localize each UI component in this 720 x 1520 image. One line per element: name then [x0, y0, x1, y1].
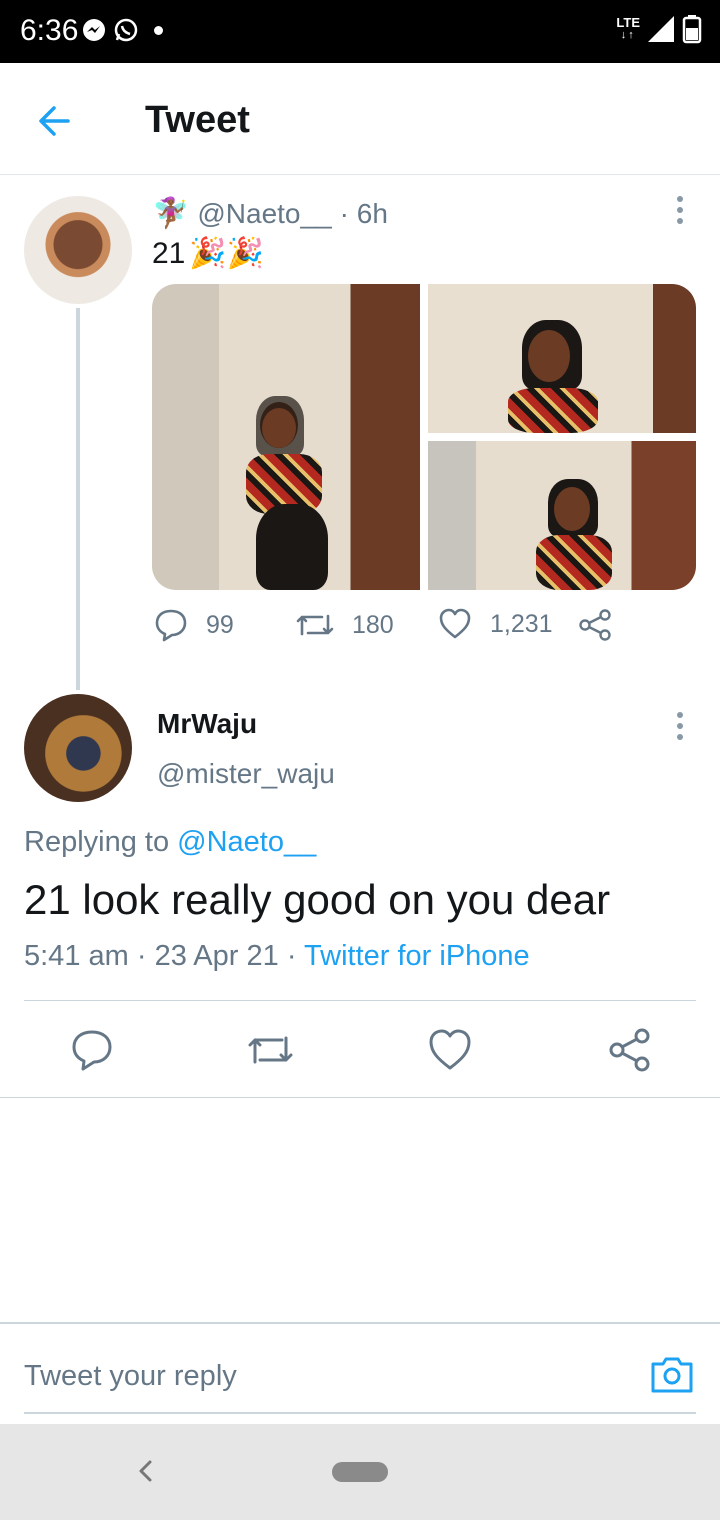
avatar[interactable] — [24, 196, 132, 304]
reply-icon — [155, 609, 187, 642]
notification-dot — [154, 25, 163, 35]
avatar[interactable] — [24, 694, 132, 802]
camera-icon[interactable] — [650, 1354, 694, 1394]
divider — [24, 1412, 696, 1414]
thread-line — [76, 308, 80, 690]
nav-back-icon[interactable] — [130, 1454, 160, 1488]
tweet-time: · 6h — [339, 197, 388, 229]
network-label: LTE ↓↑ — [616, 15, 640, 41]
reply-button[interactable]: 99 — [154, 608, 234, 642]
replying-to-link[interactable]: @Naeto__ — [177, 826, 316, 858]
divider — [24, 1000, 696, 1001]
status-time: 6:36 — [20, 14, 79, 47]
share-icon — [579, 609, 611, 641]
emoji: 🎉🎉 — [189, 237, 265, 270]
tweet-media-grid — [152, 284, 696, 590]
reply-text: 21 look really good on you dear — [24, 876, 611, 923]
tweet-photo[interactable] — [428, 441, 696, 590]
tweet-handle[interactable]: @Naeto__ — [197, 198, 331, 230]
page-title: Tweet — [145, 99, 250, 141]
share-button[interactable] — [578, 608, 612, 642]
messenger-icon — [83, 19, 105, 41]
reply-author-handle[interactable]: @mister_waju — [157, 758, 335, 790]
more-options-icon[interactable] — [670, 190, 690, 230]
reply-author-name[interactable]: MrWaju — [157, 708, 257, 740]
emoji: 🧚🏾‍♀️ — [152, 197, 190, 230]
retweet-count: 180 — [352, 610, 394, 639]
heart-icon[interactable] — [426, 1026, 474, 1074]
top-app-bar: Tweet — [0, 63, 720, 175]
divider — [0, 1322, 720, 1324]
whatsapp-icon — [114, 18, 138, 42]
battery-icon — [682, 15, 702, 44]
tweet-text: 21 🎉🎉 — [152, 236, 265, 271]
reply-timestamp: 5:41 am · 23 Apr 21 · Twitter for iPhone — [24, 940, 530, 972]
reply-action-bar — [0, 1026, 720, 1076]
share-icon[interactable] — [606, 1026, 654, 1074]
tweet-action-bar: 99 180 1,231 — [152, 608, 696, 652]
reply-input[interactable]: Tweet your reply — [24, 1354, 624, 1398]
nav-home-pill[interactable] — [332, 1462, 388, 1482]
like-button[interactable]: 1,231 — [438, 608, 553, 640]
tweet-photo[interactable] — [152, 284, 420, 590]
retweet-icon[interactable] — [246, 1026, 294, 1074]
arrow-left-icon[interactable] — [34, 99, 78, 143]
divider — [0, 1097, 720, 1098]
tweet-source-link[interactable]: Twitter for iPhone — [304, 940, 530, 972]
more-options-icon[interactable] — [670, 706, 690, 746]
tweet-photo[interactable] — [428, 284, 696, 433]
retweet-button[interactable]: 180 — [296, 608, 394, 642]
reply-icon[interactable] — [68, 1026, 116, 1074]
retweet-icon — [296, 614, 334, 636]
reply-count: 99 — [206, 610, 234, 639]
status-bar: 6:36 LTE ↓↑ — [0, 0, 720, 63]
heart-icon — [439, 608, 471, 639]
tweet-meta: 🧚🏾‍♀️ @Naeto__ · 6h — [152, 196, 388, 231]
replying-to: Replying to @Naeto__ — [24, 826, 317, 858]
signal-icon — [648, 16, 674, 42]
like-count: 1,231 — [490, 609, 553, 638]
